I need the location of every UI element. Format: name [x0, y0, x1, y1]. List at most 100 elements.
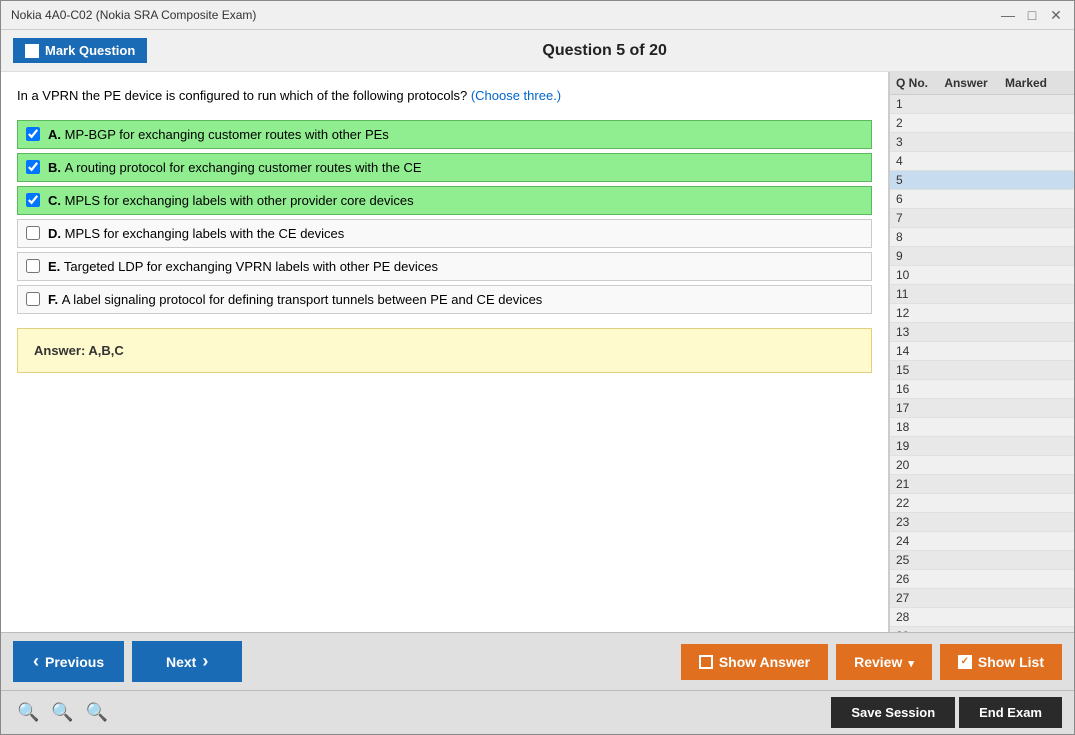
next-chevron-icon — [202, 651, 208, 672]
zoom-normal-button[interactable]: 🔍 — [47, 700, 77, 725]
option-checkbox-b[interactable] — [26, 160, 40, 174]
q-list-row-5[interactable]: 5 — [890, 171, 1074, 190]
option-label-b: B. A routing protocol for exchanging cus… — [48, 160, 422, 175]
q-list-row-12[interactable]: 12 — [890, 304, 1074, 323]
mark-question-button[interactable]: Mark Question — [13, 38, 147, 63]
answer-text: Answer: A,B,C — [34, 343, 855, 358]
previous-chevron-icon — [33, 651, 39, 672]
show-answer-label: Show Answer — [719, 654, 810, 670]
next-button[interactable]: Next — [132, 641, 242, 682]
title-controls: — □ ✕ — [1000, 7, 1064, 23]
q-row-num-21: 21 — [896, 477, 936, 491]
title-bar: Nokia 4A0-C02 (Nokia SRA Composite Exam)… — [1, 1, 1074, 30]
options-container: A. MP-BGP for exchanging customer routes… — [17, 120, 872, 314]
q-row-num-7: 7 — [896, 211, 936, 225]
q-row-num-17: 17 — [896, 401, 936, 415]
option-letter-d: D. — [48, 226, 65, 241]
q-list-row-6[interactable]: 6 — [890, 190, 1074, 209]
minimize-button[interactable]: — — [1000, 7, 1016, 23]
q-list-row-25[interactable]: 25 — [890, 551, 1074, 570]
previous-label: Previous — [45, 654, 104, 670]
q-list-row-22[interactable]: 22 — [890, 494, 1074, 513]
q-row-num-8: 8 — [896, 230, 936, 244]
q-row-num-22: 22 — [896, 496, 936, 510]
q-list-body[interactable]: 1234567891011121314151617181920212223242… — [890, 95, 1074, 632]
end-exam-button[interactable]: End Exam — [959, 697, 1062, 728]
header-marked: Marked — [996, 76, 1056, 90]
q-row-num-2: 2 — [896, 116, 936, 130]
option-text-d: MPLS for exchanging labels with the CE d… — [65, 226, 345, 241]
q-list-row-17[interactable]: 17 — [890, 399, 1074, 418]
zoom-in-button[interactable]: 🔍 — [13, 700, 43, 725]
q-list-row-4[interactable]: 4 — [890, 152, 1074, 171]
q-list-row-21[interactable]: 21 — [890, 475, 1074, 494]
option-checkbox-f[interactable] — [26, 292, 40, 306]
q-list-row-15[interactable]: 15 — [890, 361, 1074, 380]
q-row-num-9: 9 — [896, 249, 936, 263]
q-list-row-23[interactable]: 23 — [890, 513, 1074, 532]
q-list-row-1[interactable]: 1 — [890, 95, 1074, 114]
option-text-e: Targeted LDP for exchanging VPRN labels … — [64, 259, 438, 274]
q-list-row-8[interactable]: 8 — [890, 228, 1074, 247]
option-checkbox-c[interactable] — [26, 193, 40, 207]
window-title: Nokia 4A0-C02 (Nokia SRA Composite Exam) — [11, 8, 256, 22]
q-list-row-11[interactable]: 11 — [890, 285, 1074, 304]
option-row-c[interactable]: C. MPLS for exchanging labels with other… — [17, 186, 872, 215]
q-row-num-11: 11 — [896, 287, 936, 301]
q-row-num-24: 24 — [896, 534, 936, 548]
show-list-button[interactable]: ✓ Show List — [940, 644, 1062, 680]
option-row-f[interactable]: F. A label signaling protocol for defini… — [17, 285, 872, 314]
show-answer-icon — [699, 655, 713, 669]
show-list-check-icon: ✓ — [958, 655, 972, 669]
q-row-num-19: 19 — [896, 439, 936, 453]
option-row-a[interactable]: A. MP-BGP for exchanging customer routes… — [17, 120, 872, 149]
option-text-b: A routing protocol for exchanging custom… — [65, 160, 422, 175]
q-list-row-18[interactable]: 18 — [890, 418, 1074, 437]
q-list-row-20[interactable]: 20 — [890, 456, 1074, 475]
q-row-num-1: 1 — [896, 97, 936, 111]
option-label-d: D. MPLS for exchanging labels with the C… — [48, 226, 344, 241]
maximize-button[interactable]: □ — [1024, 7, 1040, 23]
option-text-f: A label signaling protocol for defining … — [62, 292, 543, 307]
close-button[interactable]: ✕ — [1048, 7, 1064, 23]
q-list-row-13[interactable]: 13 — [890, 323, 1074, 342]
option-row-e[interactable]: E. Targeted LDP for exchanging VPRN labe… — [17, 252, 872, 281]
q-list-row-2[interactable]: 2 — [890, 114, 1074, 133]
q-row-num-28: 28 — [896, 610, 936, 624]
show-answer-button[interactable]: Show Answer — [681, 644, 828, 680]
q-row-num-5: 5 — [896, 173, 936, 187]
main-content: In a VPRN the PE device is configured to… — [1, 72, 1074, 632]
q-list-row-28[interactable]: 28 — [890, 608, 1074, 627]
q-row-num-10: 10 — [896, 268, 936, 282]
option-checkbox-e[interactable] — [26, 259, 40, 273]
previous-button[interactable]: Previous — [13, 641, 124, 682]
q-list-row-16[interactable]: 16 — [890, 380, 1074, 399]
option-row-d[interactable]: D. MPLS for exchanging labels with the C… — [17, 219, 872, 248]
option-text-a: MP-BGP for exchanging customer routes wi… — [65, 127, 389, 142]
option-checkbox-d[interactable] — [26, 226, 40, 240]
footer-bar: 🔍 🔍 🔍 Save Session End Exam — [1, 690, 1074, 734]
option-label-c: C. MPLS for exchanging labels with other… — [48, 193, 414, 208]
header-answer: Answer — [936, 76, 996, 90]
q-list-row-27[interactable]: 27 — [890, 589, 1074, 608]
option-row-b[interactable]: B. A routing protocol for exchanging cus… — [17, 153, 872, 182]
q-list-row-14[interactable]: 14 — [890, 342, 1074, 361]
right-panel: Q No. Answer Marked 12345678910111213141… — [889, 72, 1074, 632]
q-row-num-20: 20 — [896, 458, 936, 472]
q-list-row-26[interactable]: 26 — [890, 570, 1074, 589]
q-list-row-3[interactable]: 3 — [890, 133, 1074, 152]
question-title: Question 5 of 20 — [147, 42, 1062, 60]
q-list-row-10[interactable]: 10 — [890, 266, 1074, 285]
option-checkbox-a[interactable] — [26, 127, 40, 141]
answer-box: Answer: A,B,C — [17, 328, 872, 373]
save-session-button[interactable]: Save Session — [831, 697, 955, 728]
q-list-row-9[interactable]: 9 — [890, 247, 1074, 266]
q-list-row-7[interactable]: 7 — [890, 209, 1074, 228]
header-q-no: Q No. — [896, 76, 936, 90]
q-row-num-18: 18 — [896, 420, 936, 434]
q-list-row-24[interactable]: 24 — [890, 532, 1074, 551]
zoom-out-button[interactable]: 🔍 — [82, 700, 112, 725]
q-list-row-19[interactable]: 19 — [890, 437, 1074, 456]
review-button[interactable]: Review — [836, 644, 932, 680]
option-label-f: F. A label signaling protocol for defini… — [48, 292, 542, 307]
